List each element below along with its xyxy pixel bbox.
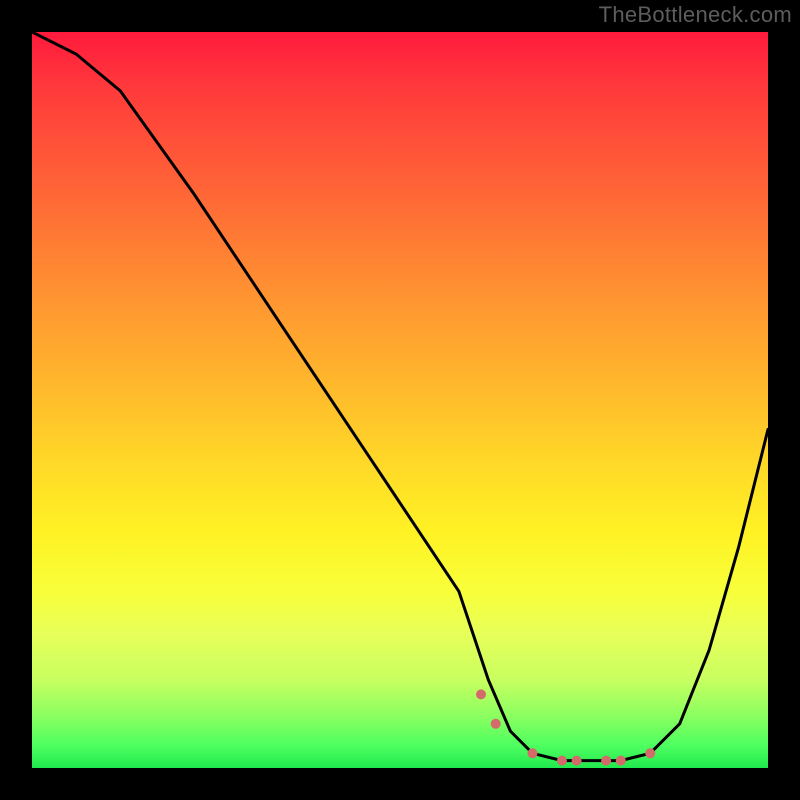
highlight-dots-group [476,689,655,765]
highlight-dot [572,756,582,766]
highlight-dot [616,756,626,766]
highlight-dot [645,748,655,758]
watermark-text: TheBottleneck.com [599,2,792,28]
highlight-dot [601,756,611,766]
highlight-dot [557,756,567,766]
highlight-dot [476,689,486,699]
highlight-dot [528,748,538,758]
chart-svg [32,32,768,768]
highlight-dot [491,719,501,729]
chart-frame: TheBottleneck.com [0,0,800,800]
plot-area [32,32,768,768]
main-curve-path [32,32,768,761]
